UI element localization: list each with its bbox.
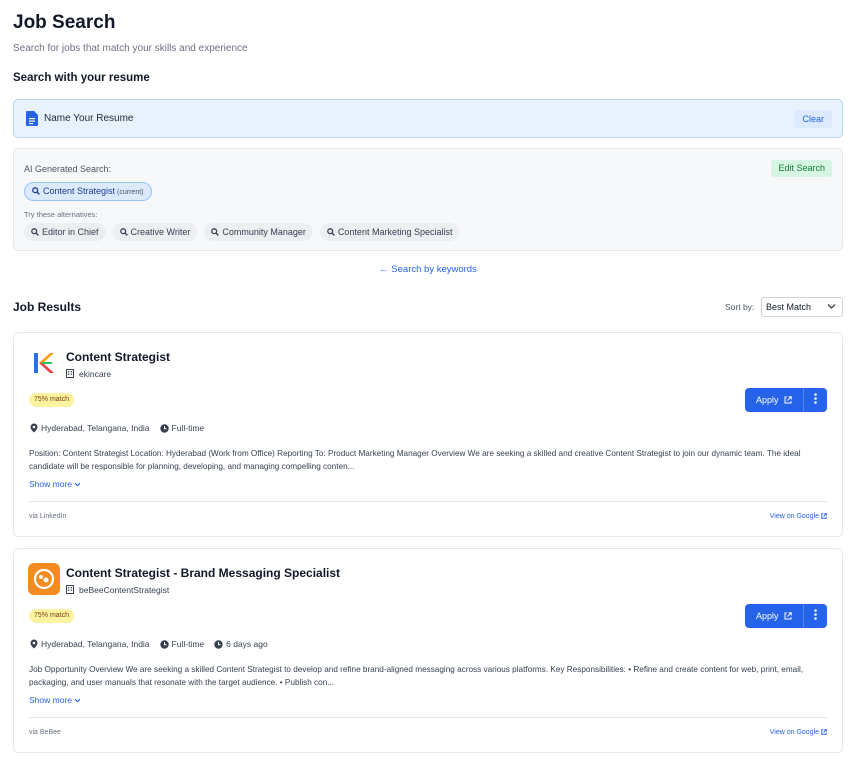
alternatives-label: Try these alternatives: (24, 210, 98, 219)
chevron-down-icon (74, 698, 81, 703)
external-link-icon (784, 612, 792, 620)
match-badge: 75% match (29, 393, 75, 407)
job-description: Position: Content Strategist Location: H… (29, 449, 801, 471)
job-meta: Hyderabad, Telangana, India Full-time (30, 423, 204, 433)
posted-date: 6 days ago (214, 639, 268, 649)
clock-icon (159, 639, 169, 649)
apply-button[interactable]: Apply (745, 604, 804, 628)
match-badge: 75% match (29, 609, 75, 623)
source-label: via LinkedIn (29, 513, 67, 520)
location-label: Hyderabad, Telangana, India (41, 423, 150, 433)
document-icon (26, 111, 38, 126)
results-title: Job Results (13, 300, 82, 314)
view-on-google-link[interactable]: View on Google (770, 513, 827, 520)
job-title[interactable]: Content Strategist (66, 350, 170, 364)
ekincare-logo (28, 347, 60, 379)
current-query-text: Content Strategist (43, 186, 116, 196)
search-icon (32, 187, 40, 195)
clear-button[interactable]: Clear (794, 110, 832, 128)
more-vertical-icon (814, 609, 817, 620)
divider (29, 717, 827, 718)
current-tag: (current) (117, 189, 144, 196)
apply-button[interactable]: Apply (745, 388, 804, 412)
more-options-button[interactable] (804, 604, 827, 628)
ai-search-panel: AI Generated Search: Edit Search Content… (13, 148, 843, 251)
current-query-pill[interactable]: Content Strategist (current) (24, 182, 152, 201)
alternative-label: Community Manager (222, 227, 306, 237)
search-by-keywords-link[interactable]: ← Search by keywords (0, 264, 856, 275)
apply-label: Apply (755, 395, 779, 405)
company-name: ekincare (66, 369, 111, 379)
company-label: ekincare (79, 369, 112, 379)
location-pin-icon (30, 423, 38, 433)
posted-label: 6 days ago (226, 639, 268, 649)
alternative-label: Content Marketing Specialist (337, 227, 453, 237)
show-more-link[interactable]: Show more (29, 479, 81, 489)
location-pin-icon (30, 639, 38, 649)
show-more-label: Show more (29, 479, 72, 489)
more-vertical-icon (814, 393, 817, 404)
google-link-label: View on Google (769, 513, 820, 520)
clock-icon (214, 639, 223, 649)
sort-select[interactable]: Best Match (761, 297, 843, 317)
building-icon (66, 369, 74, 378)
bebee-logo (28, 563, 60, 595)
sort-label: Sort by: (725, 302, 755, 312)
show-more-label: Show more (29, 695, 72, 705)
page-subtitle: Search for jobs that match your skills a… (13, 43, 248, 54)
alternative-label: Creative Writer (130, 227, 191, 237)
chevron-down-icon (827, 304, 836, 309)
show-more-link[interactable]: Show more (29, 695, 81, 705)
ai-search-label: AI Generated Search: (24, 164, 112, 174)
company-name: beBeeContentStrategist (66, 585, 169, 595)
location-label: Hyderabad, Telangana, India (41, 639, 150, 649)
search-icon (327, 228, 335, 236)
search-icon (31, 228, 39, 236)
job-card: Content Strategist - Brand Messaging Spe… (13, 548, 843, 753)
job-location: Hyderabad, Telangana, India (30, 423, 150, 433)
resume-name[interactable]: Name Your Resume (44, 113, 134, 124)
alternative-pill[interactable]: Content Marketing Specialist (319, 223, 460, 241)
job-type: Full-time (159, 639, 205, 649)
sort-value: Best Match (766, 302, 812, 312)
job-location: Hyderabad, Telangana, India (30, 639, 150, 649)
divider (29, 501, 827, 502)
job-description: Job Opportunity Overview We are seeking … (29, 665, 804, 687)
job-type: Full-time (159, 423, 205, 433)
job-meta: Hyderabad, Telangana, India Full-time 6 … (30, 639, 268, 649)
alternative-pill[interactable]: Creative Writer (112, 223, 198, 241)
alternative-pill[interactable]: Editor in Chief (24, 223, 106, 241)
alternative-label: Editor in Chief (42, 227, 99, 237)
more-options-button[interactable] (804, 388, 827, 412)
building-icon (66, 585, 74, 594)
apply-label: Apply (755, 611, 779, 621)
clock-icon (159, 423, 169, 433)
external-link-icon (821, 729, 827, 735)
job-type-label: Full-time (171, 639, 205, 649)
search-icon (119, 228, 128, 236)
google-link-label: View on Google (769, 729, 820, 736)
view-on-google-link[interactable]: View on Google (770, 729, 827, 736)
edit-search-button[interactable]: Edit Search (771, 160, 832, 177)
alternative-pill[interactable]: Community Manager (204, 223, 313, 241)
company-label: beBeeContentStrategist (79, 585, 170, 595)
resume-section-title: Search with your resume (13, 72, 150, 84)
alternatives-list: Editor in Chief Creative Writer Communit… (24, 223, 460, 241)
external-link-icon (784, 396, 792, 404)
chevron-down-icon (74, 482, 81, 487)
external-link-icon (821, 513, 827, 519)
job-card: Content Strategist ekincare 75% match Ap… (13, 332, 843, 537)
job-type-label: Full-time (171, 423, 205, 433)
search-icon (211, 228, 220, 236)
resume-box: Name Your Resume Clear (13, 99, 843, 138)
page-title: Job Search (13, 12, 116, 33)
source-label: via BeBee (29, 729, 61, 736)
job-title[interactable]: Content Strategist - Brand Messaging Spe… (66, 566, 340, 580)
apply-group: Apply (745, 604, 827, 628)
apply-group: Apply (745, 388, 827, 412)
